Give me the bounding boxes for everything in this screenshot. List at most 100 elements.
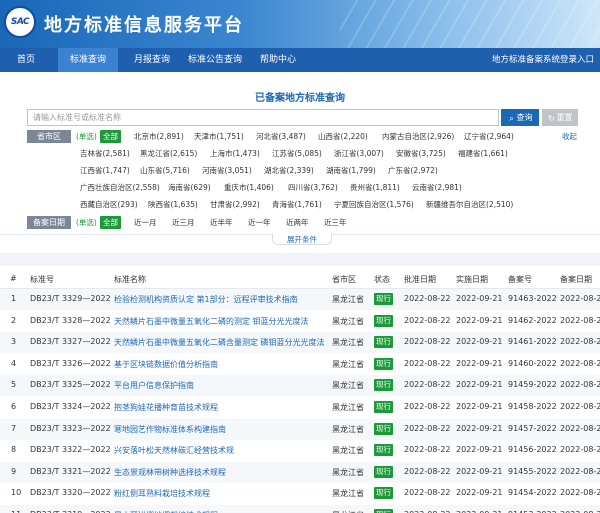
search-button[interactable]: ⌕ 查询: [501, 109, 539, 126]
row-standard-name[interactable]: 基于区块链数据价值分析指南: [114, 359, 218, 370]
region-option[interactable]: 江苏省(5,085): [272, 147, 322, 160]
table-row[interactable]: 3 DB23/T 3327—2022 天然鳞片石墨中微量五氧化二磷含量测定 磷钼蓝分…: [0, 332, 600, 354]
region-option[interactable]: 宁夏回族自治区(1,576): [334, 198, 414, 211]
row-implement-date: 2022-09-21: [456, 466, 503, 476]
region-option[interactable]: 江西省(1,747): [80, 164, 130, 177]
row-approve-date: 2022-08-22: [404, 337, 451, 347]
col-index: #: [10, 274, 17, 283]
col-standard-name: 标准名称: [114, 275, 146, 284]
region-option[interactable]: 云南省(2,981): [412, 181, 462, 194]
row-implement-date: 2022-09-21: [456, 337, 503, 347]
row-status-badge: 现行: [374, 293, 393, 305]
table-row[interactable]: 8 DB23/T 3322—2022 兴安落叶松天然林碳汇经营技术规 黑龙江省 现行 20…: [0, 440, 600, 461]
region-option[interactable]: 上海市(1,473): [210, 147, 260, 160]
col-record-no: 备案号: [508, 275, 532, 284]
table-row[interactable]: 5 DB23/T 3325—2022 平台用户信息保护指南 黑龙江省 现行 2022-08…: [0, 375, 600, 397]
region-collapse-link[interactable]: 收起: [562, 130, 577, 143]
main-nav: 首页 标准查询 月报查询 标准公告查询 帮助中心 地方标准备案系统登录入口: [0, 48, 600, 72]
nav-help-center[interactable]: 帮助中心: [250, 48, 306, 72]
row-region: 黑龙江省: [332, 381, 364, 391]
nav-home[interactable]: 首页: [0, 48, 52, 72]
row-status-badge: 现行: [374, 444, 393, 457]
region-option[interactable]: 浙江省(3,007): [334, 147, 384, 160]
row-standard-name[interactable]: 天然鳞片石墨中微量五氧化二磷的测定 钼蓝分光光度法: [114, 316, 309, 327]
date-option[interactable]: 近一月: [134, 216, 157, 229]
region-option[interactable]: 安徽省(3,725): [396, 147, 446, 160]
region-option[interactable]: 山西省(2,220): [318, 130, 368, 143]
row-standard-code: DB23/T 3320—2022: [30, 488, 111, 498]
region-option[interactable]: 天津市(1,751): [194, 130, 244, 143]
region-option[interactable]: 河南省(3,051): [202, 164, 252, 177]
region-option[interactable]: 湖北省(2,339): [264, 164, 314, 177]
row-record-date: 2022-08-26: [560, 315, 600, 325]
region-option[interactable]: 贵州省(1,811): [350, 181, 400, 194]
region-option[interactable]: 新疆维吾尔自治区(2,510): [426, 198, 513, 211]
nav-monthly-report[interactable]: 月报查询: [122, 48, 182, 72]
nav-standard-query[interactable]: 标准查询: [58, 48, 118, 72]
row-standard-code: DB23/T 3326—2022: [30, 358, 111, 368]
region-option[interactable]: 辽宁省(2,964): [464, 130, 514, 143]
expand-conditions-toggle[interactable]: 展开条件: [272, 234, 332, 245]
header-decoration: [340, 0, 600, 48]
region-option-all[interactable]: 全部: [100, 130, 121, 143]
table-row[interactable]: 9 DB23/T 3321—2022 生态景观林带树种选择技术规程 黑龙江省 现行 202…: [0, 461, 600, 483]
date-filter-label: 备案日期: [27, 216, 71, 229]
date-option[interactable]: 近一年: [248, 216, 271, 229]
table-row[interactable]: 6 DB23/T 3324—2022 抱茎狗娃花播种育苗技术规程 黑龙江省 现行 2022…: [0, 397, 600, 418]
region-option[interactable]: 广东省(2,972): [388, 164, 438, 177]
region-option[interactable]: 河北省(3,487): [256, 130, 306, 143]
row-region: 黑龙江省: [332, 295, 364, 304]
row-standard-code: DB23/T 3328—2022: [30, 315, 111, 325]
region-option[interactable]: 陕西省(1,635): [148, 198, 198, 211]
region-option[interactable]: 湖南省(1,799): [326, 164, 376, 177]
row-approve-date: 2022-08-22: [404, 488, 451, 498]
table-row[interactable]: 2 DB23/T 3328—2022 天然鳞片石墨中微量五氧化二磷的测定 钼蓝分光光…: [0, 311, 600, 332]
region-option[interactable]: 山东省(5,716): [140, 164, 190, 177]
row-implement-date: 2022-09-21: [456, 380, 503, 390]
region-option[interactable]: 广西壮族自治区(2,558): [80, 181, 160, 194]
row-record-no: 91460-2022: [508, 358, 557, 368]
date-option[interactable]: 近半年: [210, 216, 233, 229]
row-implement-date: 2022-09-21: [456, 445, 503, 455]
region-option[interactable]: 青海省(1,761): [272, 198, 322, 211]
row-implement-date: 2022-09-21: [456, 488, 503, 498]
row-index: 4: [11, 358, 17, 368]
row-standard-name[interactable]: 兴安落叶松天然林碳汇经营技术规: [114, 445, 234, 456]
table-row[interactable]: 4 DB23/T 3326—2022 基于区块链数据价值分析指南 黑龙江省 现行 2022…: [0, 354, 600, 375]
record-system-login-link[interactable]: 地方标准备案系统登录入口: [492, 48, 594, 72]
logo-text: SAC: [10, 17, 30, 27]
sac-logo[interactable]: SAC: [4, 6, 36, 38]
date-option[interactable]: 近两年: [286, 216, 309, 229]
date-option[interactable]: 近三月: [172, 216, 195, 229]
row-standard-name[interactable]: 粉红侧耳熟料栽培技术规程: [114, 488, 210, 499]
row-standard-name[interactable]: 天然鳞片石墨中微量五氧化二磷含量测定 磷钼蓝分光光度法: [114, 337, 325, 348]
table-row[interactable]: 10 DB23/T 3320—2022 粉红侧耳熟料栽培技术规程 黑龙江省 现行 2022…: [0, 483, 600, 504]
row-standard-name[interactable]: 检验检测机构资质认定 第1部分：远程评审技术指南: [114, 294, 298, 305]
row-record-no: 91459-2022: [508, 380, 557, 390]
date-option-all[interactable]: 全部: [100, 216, 121, 229]
region-option[interactable]: 重庆市(1,406): [224, 181, 274, 194]
region-option[interactable]: 福建省(1,661): [458, 147, 508, 160]
table-row[interactable]: 7 DB23/T 3323—2022 寒地园艺作物标准体系构建指南 黑龙江省 现行 202…: [0, 418, 600, 440]
date-option[interactable]: 近三年: [324, 216, 347, 229]
region-option[interactable]: 西藏自治区(293): [80, 198, 138, 211]
region-option[interactable]: 吉林省(2,581): [80, 147, 130, 160]
region-option[interactable]: 黑龙江省(2,615): [140, 147, 197, 160]
nav-announcement-query[interactable]: 标准公告查询: [184, 48, 246, 72]
region-option[interactable]: 北京市(2,891): [134, 130, 184, 143]
table-row[interactable]: 11DB23/T 3319—2022黑木耳拱棚地摆栽培技术规程黑龙江省现行202…: [0, 505, 600, 513]
region-option[interactable]: 内蒙古自治区(2,926): [382, 130, 454, 143]
region-option[interactable]: 甘肃省(2,992): [210, 198, 260, 211]
reset-button[interactable]: ↻ 重置: [542, 109, 578, 126]
row-region: 黑龙江省: [332, 403, 364, 412]
region-option[interactable]: 四川省(3,762): [288, 181, 338, 194]
search-input[interactable]: [28, 110, 498, 125]
region-option[interactable]: 海南省(629): [168, 181, 211, 194]
row-standard-name[interactable]: 生态景观林带树种选择技术规程: [114, 467, 226, 478]
row-approve-date: 2022-08-22: [404, 466, 451, 476]
row-standard-name[interactable]: 抱茎狗娃花播种育苗技术规程: [114, 402, 218, 413]
table-row[interactable]: 1 DB23/T 3329—2022 检验检测机构资质认定 第1部分：远程评审技术指…: [0, 289, 600, 310]
row-standard-name[interactable]: 平台用户信息保护指南: [114, 380, 194, 391]
row-standard-name[interactable]: 寒地园艺作物标准体系构建指南: [114, 424, 226, 435]
row-region: 黑龙江省: [332, 359, 364, 369]
